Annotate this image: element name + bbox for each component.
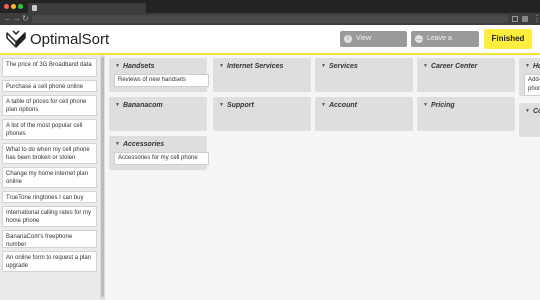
category-title[interactable]: ▼ Handsets	[115, 61, 154, 72]
scrollbar-thumb[interactable]	[101, 57, 104, 297]
browser-titlebar	[0, 0, 540, 13]
category-title[interactable]: ▼Co	[525, 106, 540, 117]
sorted-card-line: phon...	[528, 86, 540, 92]
category-title[interactable]: ▼ Accessories	[115, 139, 164, 150]
sorted-card[interactable]: Add-... phon...	[524, 74, 540, 96]
back-arrow-icon[interactable]: ←	[4, 14, 12, 23]
category-group-support[interactable]: ▼ Support	[213, 97, 311, 131]
app-header: OptimalSort i View instructions … Leave …	[0, 25, 540, 58]
collapse-arrow-icon[interactable]: ▼	[525, 63, 530, 69]
category-title[interactable]: ▼Ho	[525, 61, 540, 72]
tab-favicon-icon	[32, 5, 37, 11]
browser-tab[interactable]	[28, 3, 146, 13]
card[interactable]: TrueTone ringtones I can buy	[2, 191, 97, 203]
unsorted-cards-panel: The price of 3G Broadband data Purchase …	[0, 55, 100, 300]
reload-icon[interactable]: ↻	[22, 14, 29, 23]
collapse-arrow-icon[interactable]: ▼	[423, 63, 428, 69]
category-title[interactable]: ▼ Career Center	[423, 61, 477, 72]
card[interactable]: A list of the most popular cell phones	[2, 119, 97, 140]
close-window-icon[interactable]	[4, 4, 9, 9]
sorted-card-line: Add-...	[528, 77, 540, 83]
minimize-window-icon[interactable]	[11, 4, 16, 9]
extension-icon[interactable]	[512, 16, 518, 22]
card[interactable]: Change my home internet plan online	[2, 167, 97, 188]
card[interactable]: The price of 3G Broadband data	[2, 58, 97, 77]
collapse-arrow-icon[interactable]: ▼	[321, 102, 326, 108]
browser-menu-icon[interactable]: ⋮	[533, 14, 540, 23]
category-group-account[interactable]: ▼ Account	[315, 97, 413, 131]
forward-arrow-icon[interactable]: →	[13, 14, 21, 23]
category-group-services[interactable]: ▼ Services	[315, 58, 413, 92]
info-icon: i	[344, 35, 352, 43]
collapse-arrow-icon[interactable]: ▼	[115, 63, 120, 69]
collapse-arrow-icon[interactable]: ▼	[219, 102, 224, 108]
category-title[interactable]: ▼ Support	[219, 100, 254, 111]
category-title[interactable]: ▼ Bananacom	[115, 100, 163, 111]
card[interactable]: BananaCom's freephone number	[2, 230, 97, 248]
maximize-window-icon[interactable]	[18, 4, 23, 9]
collapse-arrow-icon[interactable]: ▼	[321, 63, 326, 69]
category-title[interactable]: ▼ Account	[321, 100, 357, 111]
brand-name: OptimalSort	[30, 31, 110, 48]
category-group-internet-services[interactable]: ▼ Internet Services	[213, 58, 311, 92]
collapse-arrow-icon[interactable]: ▼	[219, 63, 224, 69]
sorted-card[interactable]: Accessories for my cell phone	[114, 152, 209, 165]
category-group-partial[interactable]: ▼Co	[519, 103, 540, 137]
category-group-handsets[interactable]: ▼ Handsets Reviews of new handsets	[109, 58, 209, 92]
collapse-arrow-icon[interactable]: ▼	[423, 102, 428, 108]
card[interactable]: An online form to request a plan upgrade	[2, 251, 97, 272]
category-group-career-center[interactable]: ▼ Career Center	[417, 58, 515, 92]
card[interactable]: What to do when my cell phone has been b…	[2, 143, 97, 164]
category-title[interactable]: ▼ Pricing	[423, 100, 455, 111]
category-board: ▼ Handsets Reviews of new handsets ▼ Inter…	[105, 55, 540, 300]
extension-icon[interactable]	[522, 16, 528, 22]
browser-toolbar: ← → ↻ ⋮	[0, 13, 540, 25]
category-group-pricing[interactable]: ▼ Pricing	[417, 97, 515, 131]
category-group-partial[interactable]: ▼Ho Add-... phon...	[519, 58, 540, 96]
view-instructions-button[interactable]: i View instructions	[340, 31, 407, 58]
card[interactable]: Purchase a cell phone online	[2, 80, 97, 92]
category-group-accessories[interactable]: ▼ Accessories Accessories for my cell pho…	[109, 136, 209, 170]
comment-icon: …	[415, 35, 423, 43]
category-title[interactable]: ▼ Internet Services	[219, 61, 283, 72]
sorted-card[interactable]: Reviews of new handsets	[114, 74, 209, 87]
finished-button[interactable]: Finished	[484, 29, 532, 49]
optimalsort-logo-icon	[6, 30, 26, 48]
collapse-arrow-icon[interactable]: ▼	[525, 108, 530, 114]
address-bar[interactable]	[32, 15, 508, 23]
leave-comment-button[interactable]: … Leave a comment	[411, 31, 479, 58]
category-title[interactable]: ▼ Services	[321, 61, 358, 72]
card[interactable]: A table of prices for cell phone plan op…	[2, 95, 97, 116]
collapse-arrow-icon[interactable]: ▼	[115, 102, 120, 108]
category-group-bananacom[interactable]: ▼ Bananacom	[109, 97, 207, 131]
collapse-arrow-icon[interactable]: ▼	[115, 141, 120, 147]
card[interactable]: International calling rates for my home …	[2, 206, 97, 227]
